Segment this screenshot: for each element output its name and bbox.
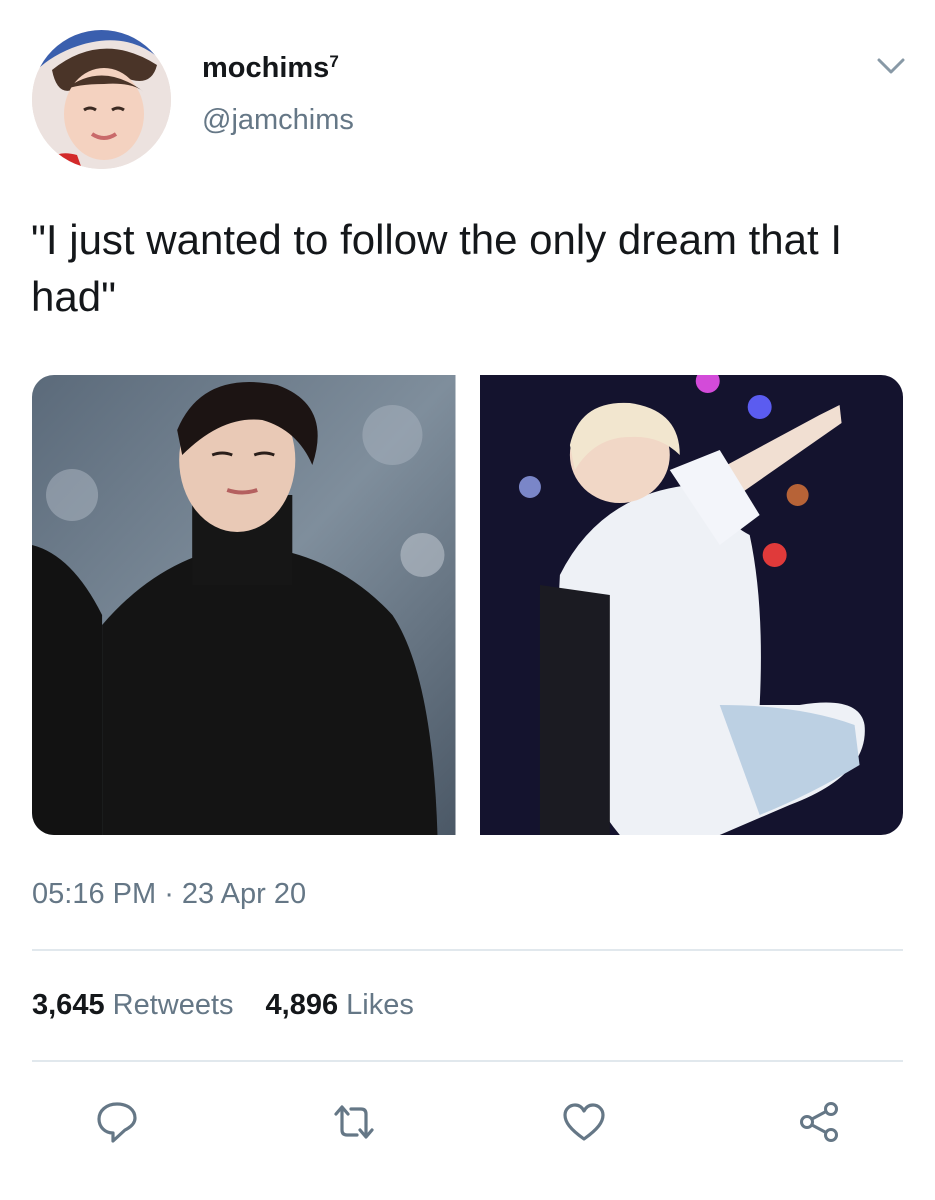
user-handle[interactable]: @jamchims	[202, 104, 354, 137]
share-button[interactable]	[791, 1094, 847, 1150]
retweets-stat[interactable]: 3,645 Retweets	[32, 989, 234, 1022]
retweet-icon	[334, 1105, 374, 1139]
avatar-photo	[32, 30, 171, 169]
tweet-detail: mochims7 @jamchims "I just wanted to fol…	[0, 0, 935, 1200]
tweet-text: "I just wanted to follow the only dream …	[31, 216, 843, 320]
timestamp-separator: ·	[156, 878, 182, 910]
retweet-button[interactable]	[326, 1094, 382, 1150]
tweet-timestamp[interactable]: 05:16 PM · 23 Apr 20	[32, 878, 306, 911]
reply-icon	[97, 1102, 137, 1143]
heart-icon	[563, 1103, 605, 1141]
engagement-stats: 3,645 Retweets 4,896 Likes	[32, 989, 414, 1022]
avatar[interactable]	[32, 30, 171, 169]
media-photo-left[interactable]	[32, 375, 456, 835]
chevron-down-icon[interactable]	[874, 54, 908, 78]
reply-button[interactable]	[89, 1094, 145, 1150]
divider-top	[32, 949, 903, 951]
photo-dark-outfit	[32, 375, 456, 835]
media-photo-right[interactable]	[479, 375, 903, 835]
like-button[interactable]	[556, 1094, 612, 1150]
display-name[interactable]: mochims7	[202, 52, 339, 85]
name-superscript: 7	[329, 52, 339, 71]
likes-stat[interactable]: 4,896 Likes	[266, 989, 414, 1022]
share-icon	[800, 1102, 838, 1142]
photo-stage-dance	[479, 375, 903, 835]
divider-bottom	[32, 1060, 903, 1062]
media-grid	[32, 375, 903, 835]
